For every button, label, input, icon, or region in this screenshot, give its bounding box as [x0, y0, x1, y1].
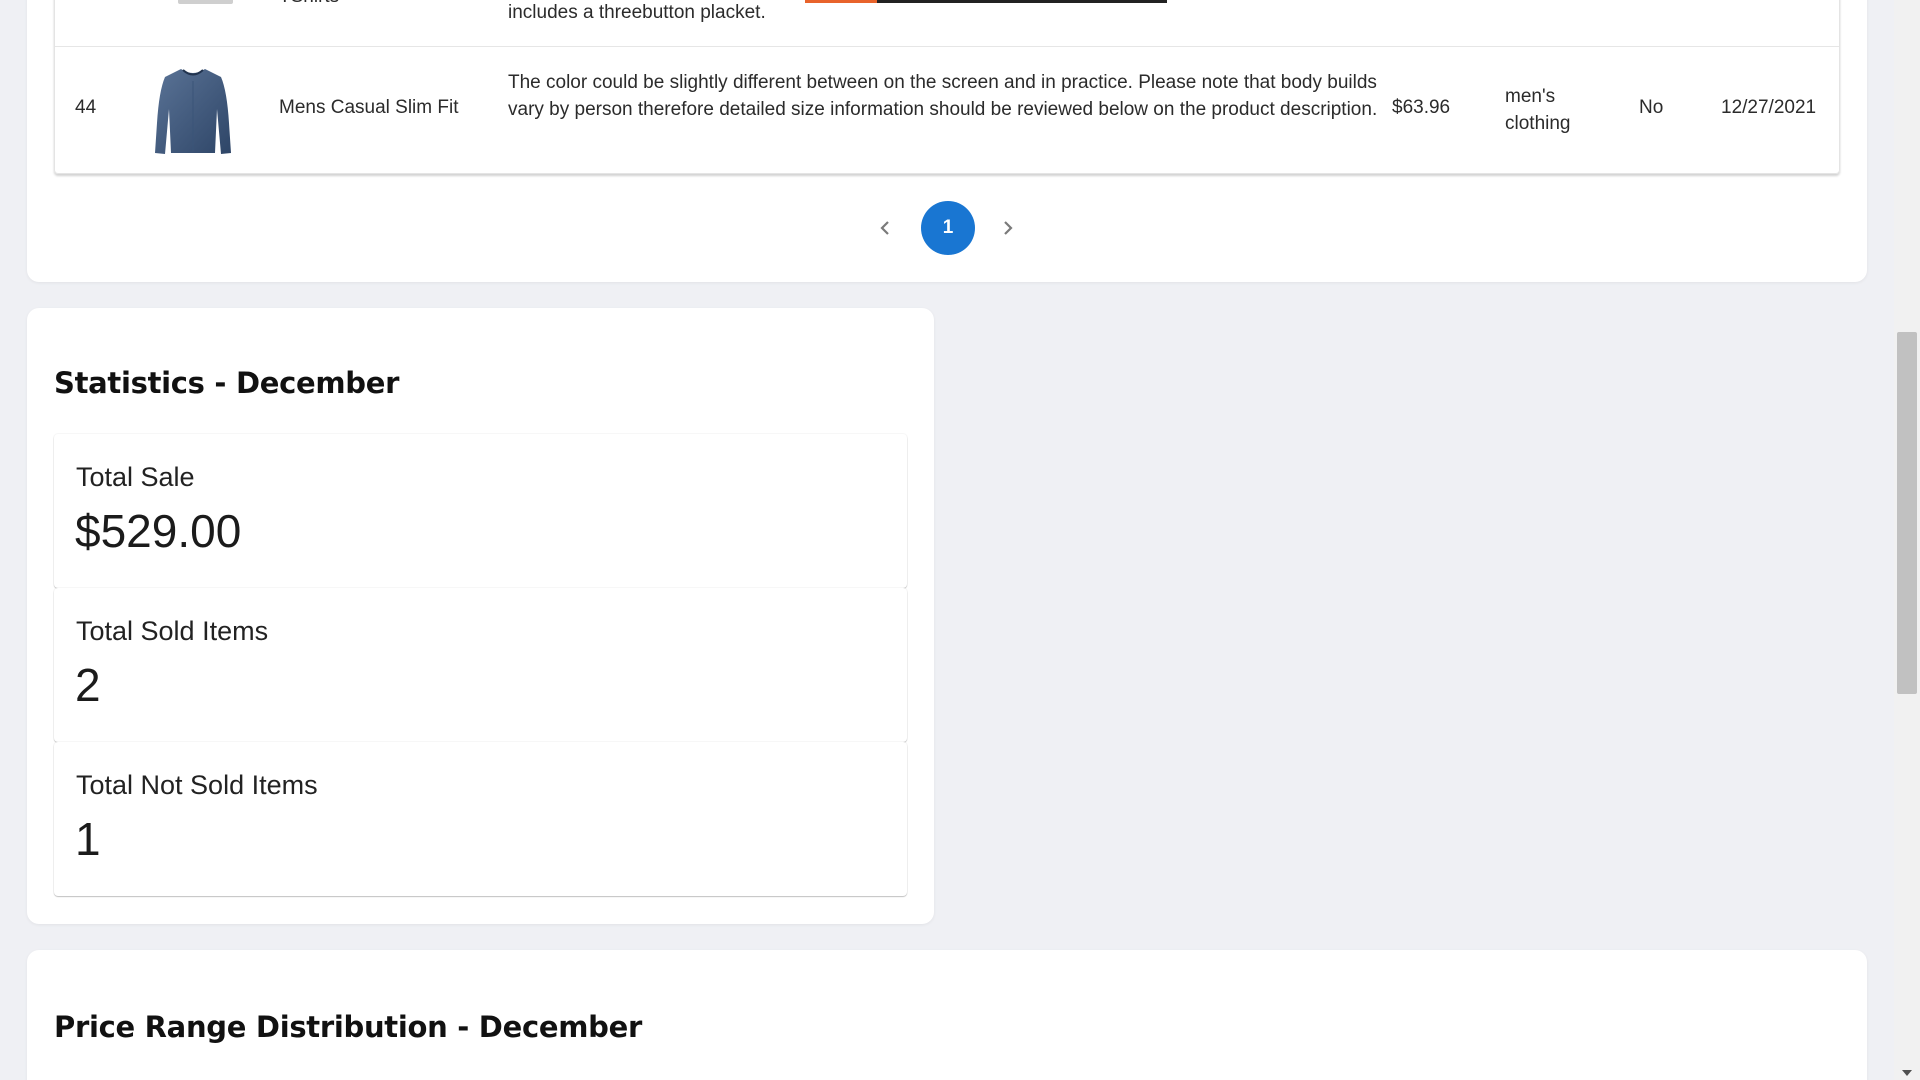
shirt-icon: [155, 69, 231, 154]
total-sale-box: Total Sale $529.00: [54, 434, 907, 588]
product-title: Mens Casual Slim Fit: [279, 97, 459, 118]
pagination: 1: [27, 201, 1867, 255]
scrollbar-thumb[interactable]: [1897, 332, 1917, 694]
total-not-sold-label: Total Not Sold Items: [76, 770, 318, 800]
product-id: 44: [75, 97, 97, 118]
price-range-heading: Price Range Distribution - December: [54, 1010, 642, 1044]
product-sold-status: No: [1639, 97, 1664, 118]
product-image: [178, 0, 233, 4]
chevron-right-icon: [1004, 221, 1013, 235]
statistics-heading: Statistics - December: [54, 366, 400, 400]
next-page-button[interactable]: [995, 215, 1021, 241]
total-sold-box: Total Sold Items 2: [54, 588, 907, 742]
total-sold-value: 2: [75, 659, 101, 711]
product-price: $63.96: [1392, 97, 1451, 118]
total-sale-value: $529.00: [75, 505, 242, 557]
statistics-card: Statistics - December Total Sale $529.00…: [27, 308, 934, 924]
page-button-current[interactable]: 1: [921, 201, 975, 255]
chevron-left-icon: [880, 221, 889, 235]
page: TShirts includes a threebutton placket. …: [0, 0, 1920, 1080]
table-row: TShirts includes a threebutton placket.: [55, 0, 1839, 47]
product-description: includes a threebutton placket.: [508, 2, 766, 23]
price-range-card: Price Range Distribution - December: [27, 950, 1867, 1080]
total-not-sold-value: 1: [75, 813, 101, 865]
previous-page-button[interactable]: [872, 215, 898, 241]
total-not-sold-box: Total Not Sold Items 1: [54, 742, 907, 896]
image-strip: [805, 0, 1167, 3]
total-sold-label: Total Sold Items: [76, 616, 269, 646]
total-sale-label: Total Sale: [76, 462, 195, 492]
scroll-down-icon[interactable]: [1902, 1070, 1912, 1076]
product-image: [143, 61, 243, 161]
product-date: 12/27/2021: [1721, 97, 1817, 118]
product-title: TShirts: [279, 0, 339, 8]
product-category: men's clothing: [1505, 86, 1571, 134]
transactions-card: TShirts includes a threebutton placket. …: [27, 0, 1867, 282]
table-row: 44 Mens Casual Slim Fit The color could …: [55, 47, 1839, 173]
transactions-table: TShirts includes a threebutton placket. …: [54, 0, 1840, 174]
vertical-scrollbar[interactable]: [1894, 0, 1920, 1080]
product-description: The color could be slightly different be…: [508, 72, 1378, 120]
